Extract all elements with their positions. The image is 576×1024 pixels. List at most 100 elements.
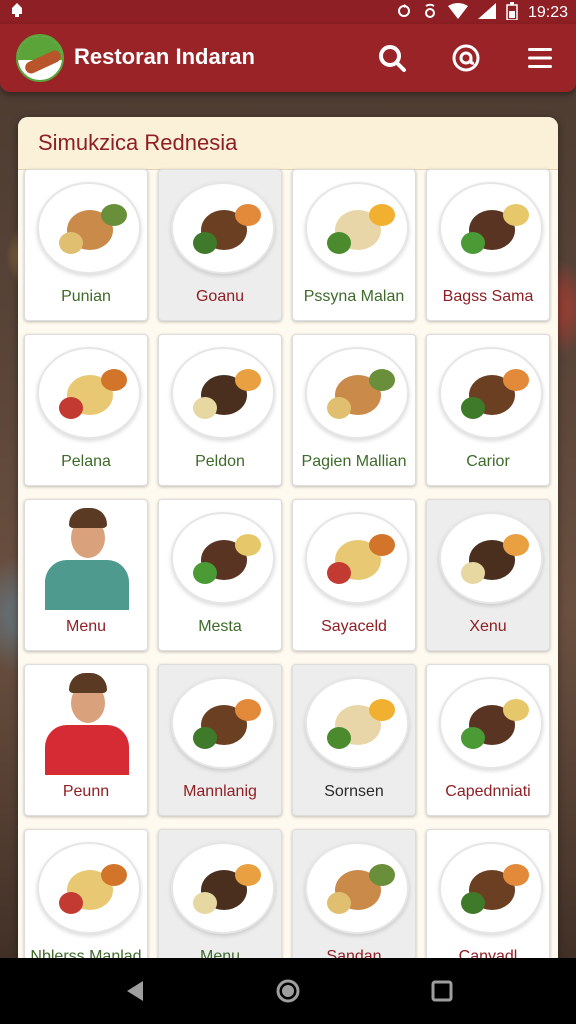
dish-plate [37,842,141,934]
dish-plate [171,182,275,274]
home-icon[interactable] [275,978,301,1004]
menu-item[interactable]: Capednniati [426,664,550,816]
food-portion [369,204,395,226]
menu-item-label: Bagss Sama [442,288,534,305]
food-portion [59,397,83,419]
dish-plate [305,677,409,769]
food-portion [193,892,217,914]
menu-item[interactable]: Xenu [426,499,550,651]
menu-item[interactable]: Peunn [24,664,148,816]
food-portion [369,369,395,391]
menu-icon[interactable] [522,40,558,76]
food-portion [369,699,395,721]
menu-item[interactable]: Pelana [24,334,148,486]
menu-item-label: Peldon [195,453,245,470]
menu-item-label: Peunn [62,783,110,800]
food-portion [503,204,529,226]
food-portion [327,397,351,419]
food-portion [369,534,395,556]
notification-icon [10,2,24,23]
menu-item-label: Menu [65,618,107,635]
restaurant-logo [16,34,64,82]
clock-time: 19:23 [527,4,568,21]
dish-plate [37,182,141,274]
food-portion [59,232,83,254]
at-sign-icon[interactable] [448,40,484,76]
food-portion [503,864,529,886]
navigation-bar [0,958,576,1024]
dish-plate [305,512,409,604]
menu-item[interactable]: Sayaceld [292,499,416,651]
food-portion [101,369,127,391]
menu-item-label: Mannlanig [183,783,257,800]
menu-item-label: Goanu [195,288,245,305]
menu-item[interactable]: Goanu [158,169,282,321]
menu-item[interactable]: Nblerss Manlad [24,829,148,967]
dish-plate [439,677,543,769]
food-portion [59,892,83,914]
menu-item[interactable]: Sornsen [292,664,416,816]
menu-item[interactable]: Mesta [158,499,282,651]
food-portion [101,864,127,886]
battery-icon [506,2,518,24]
food-portion [327,232,351,254]
person-avatar [45,560,129,610]
food-portion [193,397,217,419]
dish-plate [171,842,275,934]
menu-item-label: Sayaceld [321,618,387,635]
food-portion [461,562,485,584]
food-portion [369,864,395,886]
menu-item[interactable]: Canyadl [426,829,550,967]
food-portion [193,727,217,749]
menu-item[interactable]: Sandan [292,829,416,967]
food-portion [461,727,485,749]
food-portion [193,562,217,584]
menu-item-label: Sornsen [324,783,384,800]
card-header: Simukzica Rednesia [18,117,558,170]
menu-item[interactable]: Menu [24,499,148,651]
card-title: Simukzica Rednesia [38,130,238,155]
person-hair [69,673,107,693]
menu-card: Simukzica Rednesia Punian Goanu Pssyna Mal… [18,117,558,967]
signal-icon [477,3,496,23]
back-icon[interactable] [123,978,149,1004]
food-portion [461,892,485,914]
sync-icon [396,3,412,23]
menu-item[interactable]: Peldon [158,334,282,486]
menu-item-label: Pagien Mallian [301,453,407,470]
dish-plate [439,182,543,274]
menu-item[interactable]: Punian [24,169,148,321]
food-portion [235,534,261,556]
menu-item-label: Xenu [469,618,507,635]
dish-plate [171,512,275,604]
food-portion [461,232,485,254]
search-icon[interactable] [374,40,410,76]
food-portion [327,727,351,749]
food-portion [101,204,127,226]
dish-plate [439,347,543,439]
food-portion [193,232,217,254]
food-portion [235,699,261,721]
recents-icon[interactable] [429,978,455,1004]
menu-item-label: Pssyna Malan [303,288,405,305]
menu-item[interactable]: Pssyna Malan [292,169,416,321]
menu-item-label: Punian [61,288,111,305]
dish-plate [305,842,409,934]
menu-item[interactable]: Mannlanig [158,664,282,816]
food-portion [235,369,261,391]
menu-item[interactable]: Menu [158,829,282,967]
dish-plate [305,182,409,274]
dish-plate [305,347,409,439]
food-portion [235,204,261,226]
menu-item-label: Pelana [61,453,111,470]
menu-item-label: Mesta [198,618,242,635]
menu-item[interactable]: Carior [426,334,550,486]
menu-item[interactable]: Pagien Mallian [292,334,416,486]
app-bar: Restoran Indaran [0,24,576,92]
menu-item[interactable]: Bagss Sama [426,169,550,321]
food-portion [327,562,351,584]
nfc-icon [422,3,438,23]
dish-plate [171,677,275,769]
food-portion [235,864,261,886]
dish-plate [37,347,141,439]
